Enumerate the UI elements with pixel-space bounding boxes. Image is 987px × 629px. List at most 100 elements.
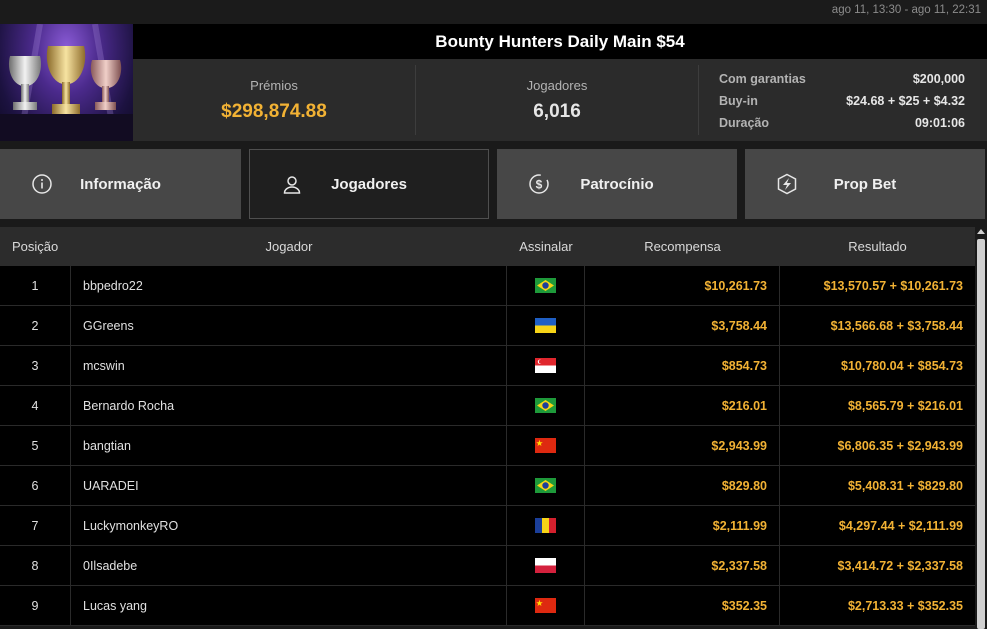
- cell-position: 4: [0, 386, 71, 425]
- cell-reward: $2,943.99: [585, 426, 780, 465]
- tournament-title: Bounty Hunters Daily Main $54: [435, 31, 685, 51]
- tab-label: Informação: [80, 175, 161, 193]
- cell-position: 3: [0, 346, 71, 385]
- cell-result: $6,806.35 + $2,943.99: [837, 438, 963, 453]
- table-body: 1 bbpedro22 $10,261.73 $13,570.57 + $10,261…: [0, 266, 975, 626]
- table-row[interactable]: 3 mcswin $854.73 $10,780.04 + $854.73: [0, 346, 975, 386]
- cell-position: 2: [0, 306, 71, 345]
- cell-result: $4,297.44 + $2,111.99: [838, 518, 963, 533]
- detail-label: Com garantias: [719, 72, 806, 86]
- tab-sponsorship[interactable]: $ Patrocínio: [497, 149, 737, 219]
- table-row[interactable]: 4 Bernardo Rocha $216.01 $8,565.79 + $216.0…: [0, 386, 975, 426]
- cell-result: $10,780.04 + $854.73: [841, 358, 963, 373]
- cell-player-name[interactable]: bbpedro22: [71, 266, 507, 305]
- tab-prop-bet[interactable]: Prop Bet: [745, 149, 985, 219]
- cell-result: $2,713.33 + $352.35: [847, 598, 963, 613]
- scrollbar[interactable]: [975, 227, 987, 629]
- china-flag-icon: [535, 438, 556, 453]
- top-bar: ago 11, 13:30 - ago 11, 22:31: [0, 0, 987, 24]
- tab-label: Prop Bet: [833, 175, 897, 193]
- tab-label: Jogadores: [331, 175, 407, 193]
- stats-panel: Prémios $298,874.88 Jogadores 6,016 Com …: [133, 59, 987, 141]
- header-player[interactable]: Jogador: [71, 227, 507, 266]
- players-value: 6,016: [533, 100, 581, 122]
- cell-flag: [507, 546, 585, 585]
- cell-player-name[interactable]: bangtian: [71, 426, 507, 465]
- table-header: Posição Jogador Assinalar Recompensa Res…: [0, 227, 975, 266]
- detail-label: Buy-in: [719, 94, 758, 108]
- detail-value: 09:01:06: [914, 116, 965, 130]
- header-reward[interactable]: Recompensa: [585, 227, 780, 266]
- cell-reward: $854.73: [585, 346, 780, 385]
- cell-reward: $352.35: [585, 586, 780, 625]
- detail-duration: Duração 09:01:06: [719, 112, 965, 134]
- tab-label: Patrocínio: [580, 175, 654, 193]
- table-row[interactable]: 8 0Ilsadebe $2,337.58 $3,414.72 + $2,337.58: [0, 546, 975, 586]
- cell-reward: $829.80: [585, 466, 780, 505]
- tab-bar: Informação Jogadores $ Patrocínio Prop B…: [0, 149, 987, 219]
- table-row[interactable]: 7 LuckymonkeyRO $2,111.99 $4,297.44 + $2,11…: [0, 506, 975, 546]
- header-flag[interactable]: Assinalar: [507, 227, 585, 266]
- cell-player-name[interactable]: Lucas yang: [71, 586, 507, 625]
- cell-reward: $216.01: [585, 386, 780, 425]
- header-result[interactable]: Resultado: [780, 227, 975, 266]
- romania-flag-icon: [535, 518, 556, 533]
- trophy-image: [0, 24, 133, 141]
- singapore-flag-icon: [535, 358, 556, 373]
- brazil-flag-icon: [535, 278, 556, 293]
- cell-result: $3,414.72 + $2,337.58: [837, 558, 963, 573]
- brazil-flag-icon: [535, 478, 556, 493]
- players-label: Jogadores: [526, 77, 588, 93]
- table-row[interactable]: 2 GGreens $3,758.44 $13,566.68 + $3,758.44: [0, 306, 975, 346]
- cell-flag: [507, 386, 585, 425]
- cell-result: $13,566.68 + $3,758.44: [830, 318, 963, 333]
- cell-player-name[interactable]: Bernardo Rocha: [71, 386, 507, 425]
- bolt-icon: [777, 173, 797, 195]
- cell-result: $5,408.31 + $829.80: [847, 478, 963, 493]
- table-row[interactable]: 5 bangtian $2,943.99 $6,806.35 + $2,943.99: [0, 426, 975, 466]
- cell-player-name[interactable]: 0Ilsadebe: [71, 546, 507, 585]
- title-bar: Bounty Hunters Daily Main $54: [133, 24, 987, 59]
- cell-flag: [507, 426, 585, 465]
- detail-value: $24.68 + $25 + $4.32: [846, 94, 965, 108]
- players-stat: Jogadores 6,016: [416, 65, 699, 135]
- prizes-label: Prémios: [250, 77, 298, 93]
- table-row[interactable]: 9 Lucas yang $352.35 $2,713.33 + $352.35: [0, 586, 975, 626]
- tab-players[interactable]: Jogadores: [249, 149, 489, 219]
- tab-info[interactable]: Informação: [0, 149, 241, 219]
- details-list: Com garantias $200,000 Buy-in $24.68 + $…: [699, 59, 987, 141]
- cell-flag: [507, 506, 585, 545]
- detail-buyin: Buy-in $24.68 + $25 + $4.32: [719, 90, 965, 112]
- detail-label: Duração: [719, 116, 770, 130]
- tournament-header: Bounty Hunters Daily Main $54 Prémios $2…: [0, 24, 987, 141]
- cell-flag: [507, 306, 585, 345]
- user-icon: [283, 176, 301, 194]
- table-row[interactable]: 1 bbpedro22 $10,261.73 $13,570.57 + $10,261…: [0, 266, 975, 306]
- scroll-thumb[interactable]: [977, 239, 985, 629]
- cell-player-name[interactable]: GGreens: [71, 306, 507, 345]
- cell-flag: [507, 266, 585, 305]
- table-row[interactable]: 6 UARADEI $829.80 $5,408.31 + $829.80: [0, 466, 975, 506]
- cell-player-name[interactable]: mcswin: [71, 346, 507, 385]
- cell-player-name[interactable]: LuckymonkeyRO: [71, 506, 507, 545]
- cell-flag: [507, 586, 585, 625]
- info-icon: [32, 174, 52, 194]
- header-position[interactable]: Posição: [0, 227, 71, 266]
- players-table: Posição Jogador Assinalar Recompensa Res…: [0, 227, 975, 629]
- cell-position: 6: [0, 466, 71, 505]
- detail-value: $200,000: [912, 72, 965, 86]
- cell-reward: $10,261.73: [585, 266, 780, 305]
- cell-result: $13,570.57 + $10,261.73: [823, 278, 963, 293]
- cell-reward: $2,111.99: [585, 506, 780, 545]
- cell-position: 1: [0, 266, 71, 305]
- cell-position: 9: [0, 586, 71, 625]
- date-range: ago 11, 13:30 - ago 11, 22:31: [831, 4, 981, 16]
- cell-player-name[interactable]: UARADEI: [71, 466, 507, 505]
- cell-result: $8,565.79 + $216.01: [847, 398, 963, 413]
- scroll-up-icon[interactable]: [977, 229, 985, 234]
- prizes-stat: Prémios $298,874.88: [133, 65, 416, 135]
- china-flag-icon: [535, 598, 556, 613]
- coin-icon: $: [529, 174, 549, 194]
- cell-reward: $3,758.44: [585, 306, 780, 345]
- cell-position: 8: [0, 546, 71, 585]
